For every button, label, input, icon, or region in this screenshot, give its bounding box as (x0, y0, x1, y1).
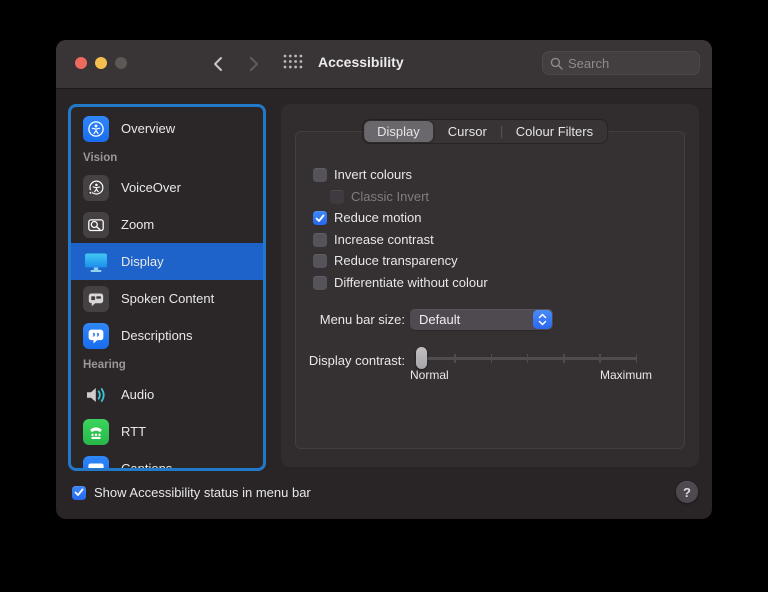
sidebar-item-display[interactable]: Display (71, 243, 263, 280)
checkbox-label: Invert colours (334, 168, 412, 182)
minimize-window-button[interactable] (95, 57, 107, 69)
display-contrast-slider[interactable] (418, 351, 637, 365)
tab-cursor[interactable]: Cursor (434, 120, 501, 143)
show-all-button[interactable] (282, 53, 304, 71)
display-contrast-label: Display contrast: (281, 353, 405, 368)
page-title: Accessibility (318, 54, 404, 70)
voiceover-icon (83, 175, 109, 201)
menu-bar-size-label: Menu bar size: (281, 312, 405, 327)
show-accessibility-status-row[interactable]: Show Accessibility status in menu bar (72, 485, 311, 500)
slider-min-label: Normal (410, 368, 449, 382)
zoom-icon (83, 212, 109, 238)
close-window-button[interactable] (75, 57, 87, 69)
sidebar-item-zoom[interactable]: Zoom (71, 206, 263, 243)
grid-icon (282, 53, 304, 71)
display-checkbox-list: Invert colours Classic Invert Reduce mot… (313, 168, 488, 297)
check-icon (315, 214, 325, 223)
back-button[interactable] (206, 52, 230, 76)
display-settings-panel: Display Cursor Colour Filters Invert col… (281, 104, 699, 467)
sidebar-item-spoken-content[interactable]: Spoken Content (71, 280, 263, 317)
slider-max-label: Maximum (600, 368, 652, 382)
traffic-lights (75, 57, 127, 69)
sidebar-item-label: Display (121, 254, 164, 269)
up-down-chevrons-icon (537, 313, 548, 326)
checkbox-row-differentiate-without-colour[interactable]: Differentiate without colour (313, 276, 488, 290)
sidebar: Overview Vision VoiceOver (68, 104, 266, 471)
classic-invert-checkbox (330, 190, 344, 204)
search-input[interactable]: Search (542, 51, 700, 75)
sidebar-item-label: Captions (121, 461, 172, 471)
slider-knob[interactable] (416, 347, 427, 369)
sidebar-item-rtt[interactable]: RTT (71, 413, 263, 450)
slider-ticks (418, 354, 637, 363)
checkbox-label: Differentiate without colour (334, 276, 488, 290)
check-icon (74, 488, 84, 497)
sidebar-item-label: Spoken Content (121, 291, 214, 306)
search-placeholder: Search (568, 56, 609, 71)
increase-contrast-checkbox[interactable] (313, 233, 327, 247)
chevron-right-icon (248, 56, 260, 72)
display-icon (83, 249, 109, 275)
popup-chevrons-cap (533, 310, 552, 329)
zoom-window-button-disabled (115, 57, 127, 69)
checkbox-row-classic-invert: Classic Invert (330, 190, 488, 204)
forward-button-disabled (242, 52, 266, 76)
tab-bar: Display Cursor Colour Filters (363, 120, 607, 143)
checkbox-row-invert-colours[interactable]: Invert colours (313, 168, 488, 182)
footer-checkbox-label: Show Accessibility status in menu bar (94, 485, 311, 500)
sidebar-section-hearing: Hearing (71, 354, 263, 376)
checkbox-label: Reduce motion (334, 211, 421, 225)
popup-selected-value: Default (410, 312, 533, 327)
sidebar-item-overview[interactable]: Overview (71, 110, 263, 147)
captions-icon (83, 456, 109, 472)
preferences-window: Accessibility Search Overview Vision (56, 40, 712, 519)
descriptions-icon (83, 323, 109, 349)
sidebar-item-descriptions[interactable]: Descriptions (71, 317, 263, 354)
help-button[interactable]: ? (676, 481, 698, 503)
sidebar-item-label: Descriptions (121, 328, 193, 343)
checkbox-row-reduce-transparency[interactable]: Reduce transparency (313, 254, 488, 268)
sidebar-section-vision: Vision (71, 147, 263, 169)
sidebar-item-voiceover[interactable]: VoiceOver (71, 169, 263, 206)
checkbox-label: Reduce transparency (334, 254, 458, 268)
title-bar: Accessibility Search (56, 40, 712, 89)
reduce-motion-checkbox[interactable] (313, 211, 327, 225)
menu-bar-size-popup[interactable]: Default (410, 309, 553, 330)
rtt-phone-icon (83, 419, 109, 445)
sidebar-item-audio[interactable]: Audio (71, 376, 263, 413)
sidebar-item-label: Audio (121, 387, 154, 402)
checkbox-label: Classic Invert (351, 190, 429, 204)
question-mark-icon: ? (683, 485, 691, 500)
search-icon (550, 57, 563, 70)
reduce-transparency-checkbox[interactable] (313, 254, 327, 268)
checkbox-label: Increase contrast (334, 233, 434, 247)
invert-colours-checkbox[interactable] (313, 168, 327, 182)
sidebar-item-label: RTT (121, 424, 146, 439)
differentiate-without-colour-checkbox[interactable] (313, 276, 327, 290)
tab-display[interactable]: Display (364, 121, 433, 142)
sidebar-item-label: Overview (121, 121, 175, 136)
checkbox-row-increase-contrast[interactable]: Increase contrast (313, 233, 488, 247)
chevron-left-icon (212, 56, 224, 72)
slider-range-labels: Normal Maximum (410, 368, 652, 382)
sidebar-item-label: Zoom (121, 217, 154, 232)
audio-speaker-icon (83, 382, 109, 408)
tab-colour-filters[interactable]: Colour Filters (502, 120, 607, 143)
show-accessibility-status-checkbox[interactable] (72, 486, 86, 500)
accessibility-overview-icon (83, 116, 109, 142)
checkbox-row-reduce-motion[interactable]: Reduce motion (313, 211, 488, 225)
spoken-content-icon (83, 286, 109, 312)
sidebar-item-label: VoiceOver (121, 180, 181, 195)
sidebar-item-captions[interactable]: Captions (71, 450, 263, 471)
